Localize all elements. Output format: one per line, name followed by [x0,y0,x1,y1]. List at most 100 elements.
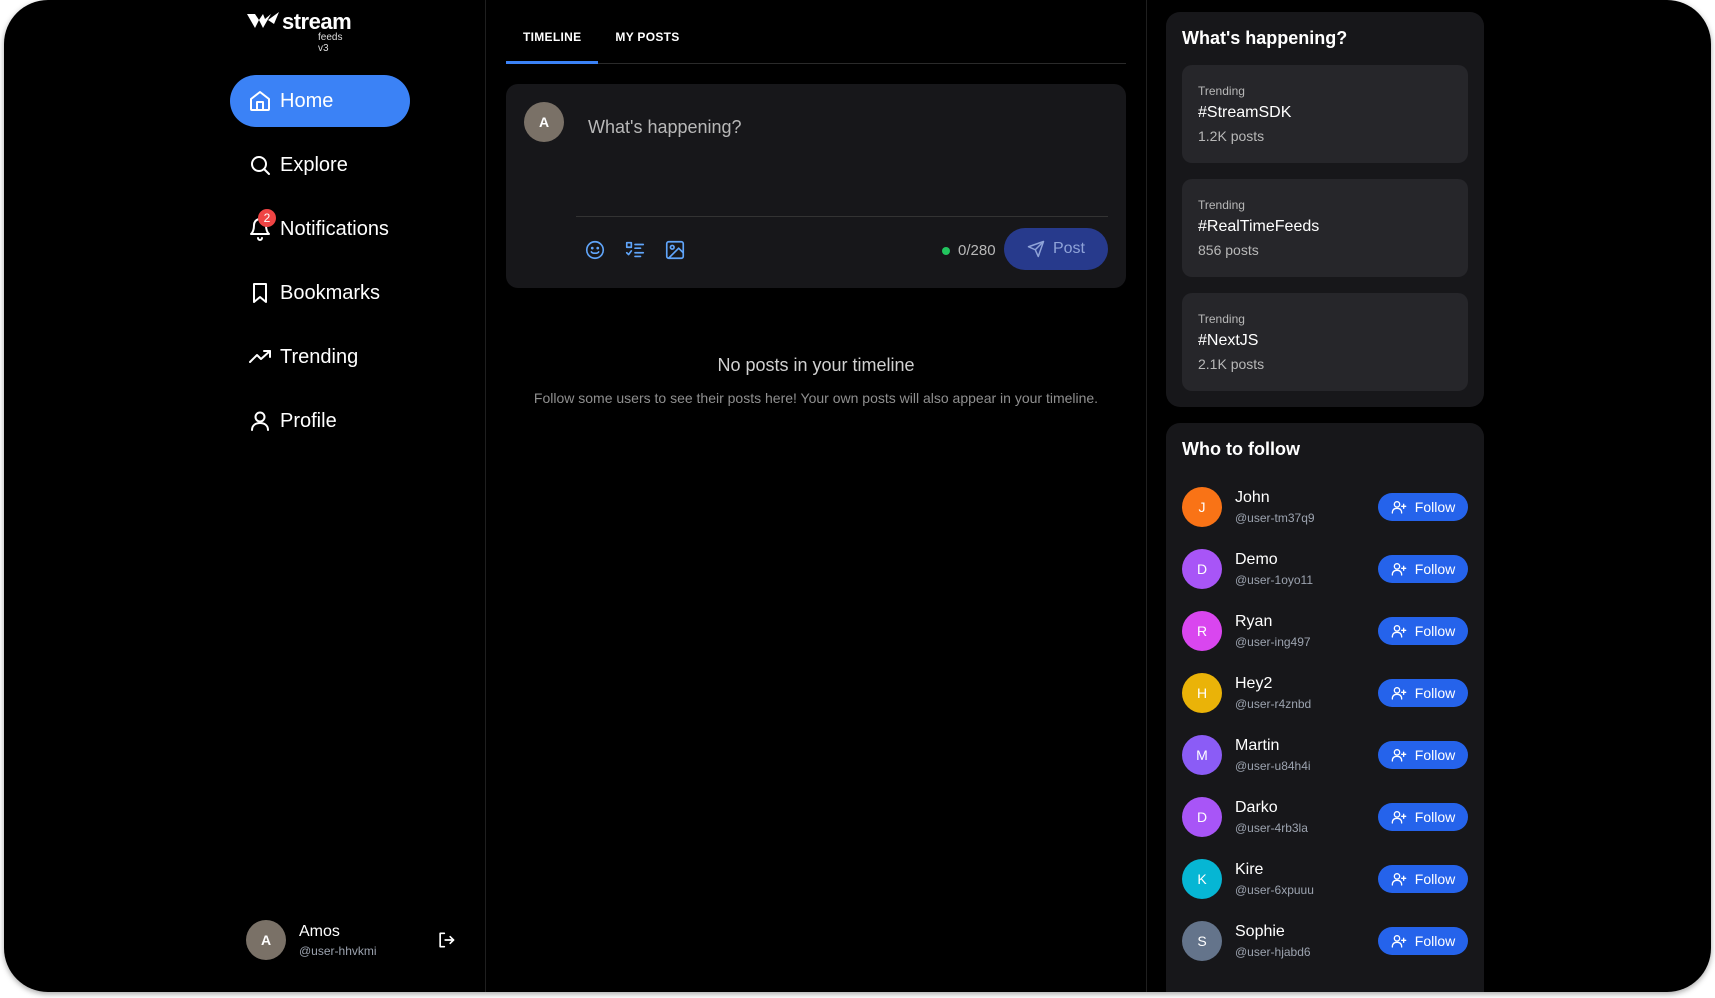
follow-suggestion: S Sophie @user-hjabd6 Follow [1182,910,1468,972]
user-plus-icon [1391,687,1407,700]
brand-name: stream [282,9,352,34]
trend-tag: #StreamSDK [1198,104,1292,121]
post-button[interactable]: Post [1004,228,1108,270]
nav-item-label: Home [280,89,334,112]
tab-my-posts[interactable]: MY POSTS [598,22,696,63]
follow-button[interactable]: Follow [1378,617,1468,645]
user-handle: @user-1oyo11 [1235,573,1313,587]
counter-text: 0/280 [958,242,996,259]
follow-button[interactable]: Follow [1378,865,1468,893]
trend-label: Trending [1198,312,1245,326]
stream-logo[interactable]: stream feeds v3 [246,9,352,54]
send-icon [1027,240,1045,258]
follow-button-label: Follow [1414,933,1456,949]
avatar[interactable]: A [246,920,286,960]
follow-suggestion: H Hey2 @user-r4znbd Follow [1182,662,1468,724]
main-nav: Home Explore 2 Notifications Bookmarks T… [230,75,410,459]
trend-label: Trending [1198,84,1245,98]
nav-item-profile[interactable]: Profile [230,395,410,447]
user-plus-icon [1391,811,1407,824]
image-icon[interactable] [664,239,686,261]
notification-badge: 2 [258,209,276,227]
trend-count: 2.1K posts [1198,356,1265,372]
home-icon [250,91,270,111]
follow-suggestion: R Ryan @user-ing497 Follow [1182,600,1468,662]
brand-subtitle: feeds v3 [318,32,343,54]
character-counter: 0/280 [942,242,996,259]
user-name[interactable]: Martin [1235,737,1311,755]
user-handle: @user-ing497 [1235,635,1311,649]
user-name[interactable]: Ryan [1235,613,1311,631]
right-sidebar: What's happening? Trending #StreamSDK 1.… [1166,12,1484,992]
current-user-handle: @user-hhvkmi [299,943,377,958]
user-handle: @user-6xpuuu [1235,883,1314,897]
follow-button[interactable]: Follow [1378,555,1468,583]
follow-button-label: Follow [1414,871,1456,887]
user-handle: @user-hjabd6 [1235,945,1311,959]
nav-item-home[interactable]: Home [230,75,410,127]
follow-button-label: Follow [1414,809,1456,825]
nav-item-label: Explore [280,153,348,176]
nav-item-notifications[interactable]: 2 Notifications [230,203,410,255]
trend-item[interactable]: Trending #RealTimeFeeds 856 posts [1182,179,1468,277]
emoji-icon[interactable] [584,239,606,261]
user-plus-icon [1391,749,1407,762]
avatar[interactable]: R [1182,611,1222,651]
user-name[interactable]: Kire [1235,861,1314,879]
user-name[interactable]: Sophie [1235,923,1311,941]
avatar[interactable]: H [1182,673,1222,713]
trends-title: What's happening? [1182,28,1348,48]
tab-timeline[interactable]: TIMELINE [506,22,599,64]
avatar[interactable]: K [1182,859,1222,899]
avatar[interactable]: S [1182,921,1222,961]
follow-button[interactable]: Follow [1378,803,1468,831]
poll-icon[interactable] [624,239,646,261]
follow-button[interactable]: Follow [1378,679,1468,707]
follow-button-label: Follow [1414,499,1456,515]
trending-icon [249,350,271,363]
follow-button[interactable]: Follow [1378,927,1468,955]
user-plus-icon [1391,935,1407,948]
avatar: A [524,102,564,142]
user-handle: @user-r4znbd [1235,697,1312,711]
user-plus-icon [1391,501,1407,514]
user-name[interactable]: Hey2 [1235,675,1311,693]
avatar[interactable]: D [1182,549,1222,589]
user-handle: @user-tm37q9 [1235,511,1315,525]
empty-state-message: Follow some users to see their posts her… [533,390,1099,406]
current-user: A Amos @user-hhvkmi [246,920,456,960]
avatar[interactable]: D [1182,797,1222,837]
avatar[interactable]: M [1182,735,1222,775]
nav-item-explore[interactable]: Explore [230,139,410,191]
user-handle: @user-4rb3la [1235,821,1308,835]
app-window: stream feeds v3 Home Explore 2 Notificat… [4,0,1711,992]
follow-suggestion: J John @user-tm37q9 Follow [1182,476,1468,538]
feed-tabs: TIMELINE MY POSTS [506,22,1126,64]
follow-list: J John @user-tm37q9 Follow D Demo @user-1oyo11… [1182,476,1468,972]
follow-button-label: Follow [1414,747,1456,763]
trend-item[interactable]: Trending #StreamSDK 1.2K posts [1182,65,1468,163]
follow-button[interactable]: Follow [1378,741,1468,769]
nav-item-label: Trending [280,345,359,368]
follow-button[interactable]: Follow [1378,493,1468,521]
user-name[interactable]: John [1235,489,1315,507]
follow-suggestion: D Demo @user-1oyo11 Follow [1182,538,1468,600]
stream-logo-icon [247,12,279,28]
who-to-follow-title: Who to follow [1182,439,1300,459]
logout-icon[interactable] [436,930,456,950]
user-name[interactable]: Demo [1235,551,1313,569]
current-user-name: Amos [299,922,340,940]
nav-item-bookmarks[interactable]: Bookmarks [230,267,410,319]
nav-item-trending[interactable]: Trending [230,331,410,383]
composer-input[interactable]: What's happening? [588,117,742,138]
user-icon [251,411,269,431]
avatar[interactable]: J [1182,487,1222,527]
empty-state: No posts in your timeline Follow some us… [506,355,1126,406]
sidebar: stream feeds v3 Home Explore 2 Notificat… [4,0,486,992]
trend-item[interactable]: Trending #NextJS 2.1K posts [1182,293,1468,391]
empty-state-title: No posts in your timeline [717,355,915,375]
post-button-label: Post [1052,240,1085,257]
user-name[interactable]: Darko [1235,799,1308,817]
user-plus-icon [1391,873,1407,886]
search-icon [251,156,270,175]
